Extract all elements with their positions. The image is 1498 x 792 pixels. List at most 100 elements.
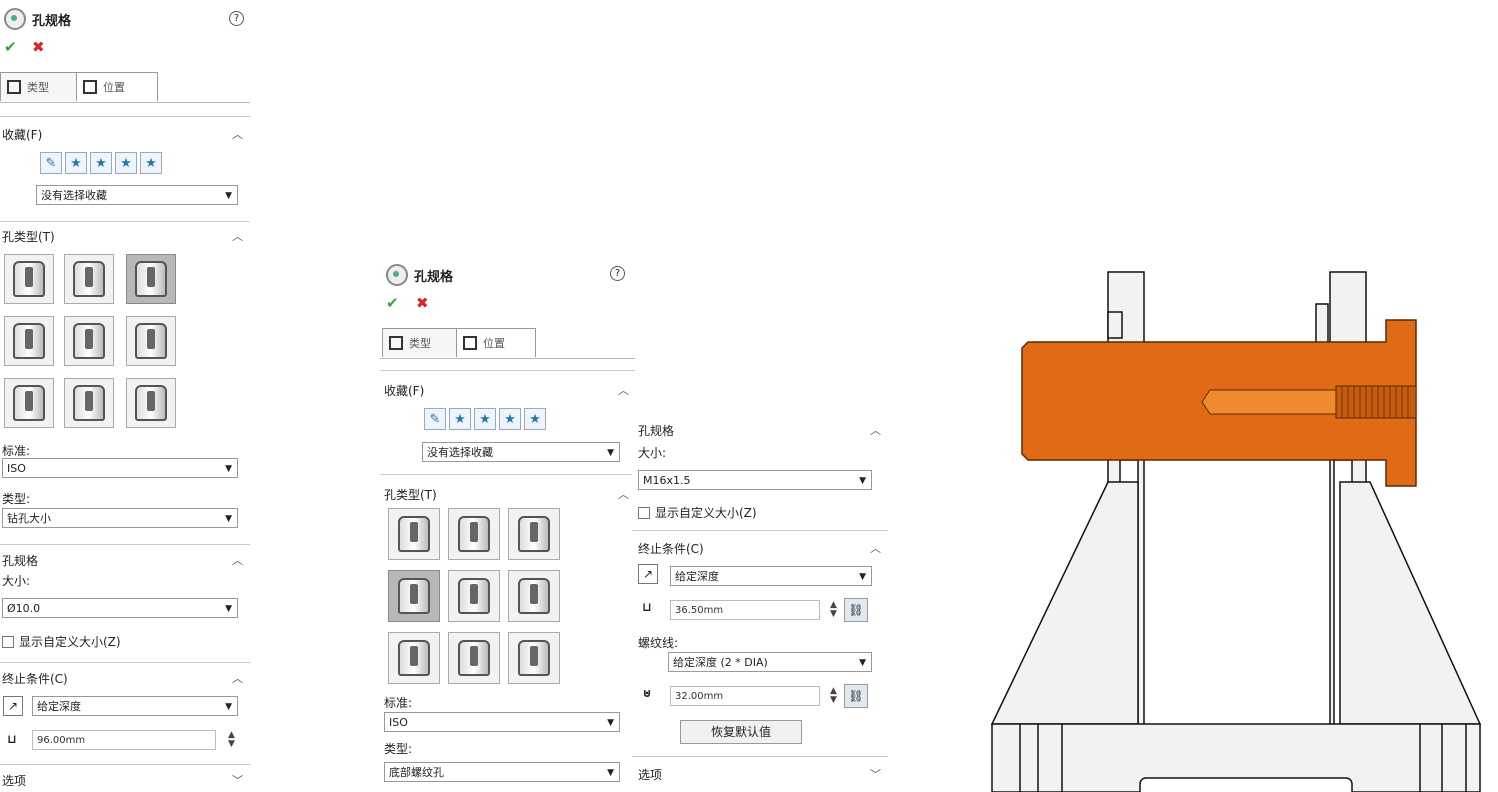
tab-position[interactable]: 位置 — [76, 72, 158, 101]
checkbox-box — [2, 635, 14, 648]
expand-chevron-icon[interactable]: ﹀ — [870, 766, 881, 782]
depth-input[interactable]: 36.50mm — [670, 600, 820, 620]
dropdown-arrow-icon: ▼ — [607, 448, 614, 458]
thread-depth-icon: ⊍ — [638, 684, 656, 702]
thread-depth-spinner-icon[interactable]: ▲ ▼ — [830, 687, 837, 705]
link-value-icon[interactable]: ⛓ — [844, 684, 868, 708]
add-favorite-icon[interactable]: ★ — [65, 152, 87, 174]
thread-depth-input[interactable]: 32.00mm — [670, 686, 820, 706]
counterbore-icon — [398, 516, 430, 552]
hole-type-legacy[interactable] — [508, 570, 560, 622]
collapse-chevron-icon[interactable]: ︿ — [870, 540, 881, 556]
link-value-icon[interactable]: ⛓ — [844, 598, 868, 622]
end-condition-header: 终止条件(C) — [638, 542, 704, 556]
help-icon[interactable]: ? — [610, 266, 625, 281]
collapse-chevron-icon[interactable]: ︿ — [232, 126, 243, 142]
depth-input[interactable]: 96.00mm — [32, 730, 216, 750]
hole-type-hole[interactable] — [126, 254, 176, 304]
hole-type-legacy[interactable] — [126, 316, 176, 366]
favorites-header: 收藏(F) — [384, 384, 425, 398]
spec-header: 孔规格 — [2, 554, 39, 568]
hole-type-slot-csk[interactable] — [64, 378, 114, 428]
delete-favorite-icon[interactable]: ★ — [90, 152, 112, 174]
divider — [0, 544, 250, 545]
pipe-tap-icon — [73, 323, 105, 359]
depth-spinner-icon[interactable]: ▲ ▼ — [228, 731, 235, 749]
hole-type-counterbore[interactable] — [388, 508, 440, 560]
hole-type-pipe-tap[interactable] — [64, 316, 114, 366]
countersink-icon — [73, 261, 105, 297]
edit-favorite-icon[interactable]: ✎ — [40, 152, 62, 174]
hole-type-countersink[interactable] — [448, 508, 500, 560]
depth-spinner-icon[interactable]: ▲ ▼ — [830, 601, 837, 619]
favorite-select[interactable]: 没有选择收藏 ▼ — [422, 442, 620, 462]
end-condition-select[interactable]: 给定深度 ▼ — [32, 696, 238, 716]
delete-favorite-icon[interactable]: ★ — [474, 408, 496, 430]
collapse-chevron-icon[interactable]: ︿ — [618, 486, 629, 502]
left-flange — [1107, 311, 1123, 339]
reverse-direction-icon[interactable]: ↗ — [3, 696, 23, 716]
hole-type-counterbore[interactable] — [4, 254, 54, 304]
collapse-chevron-icon[interactable]: ︿ — [232, 228, 243, 244]
hole-type-slot-cbore[interactable] — [388, 632, 440, 684]
hole-type-pipe-tap[interactable] — [448, 570, 500, 622]
collapse-chevron-icon[interactable]: ︿ — [618, 382, 629, 398]
dropdown-arrow-icon: ▼ — [225, 514, 232, 524]
edit-favorite-icon[interactable]: ✎ — [424, 408, 446, 430]
favorites-toolbar: ✎ ★ ★ ★ ★ — [40, 152, 162, 174]
hole-type-countersink[interactable] — [64, 254, 114, 304]
ok-check-icon[interactable]: ✔ — [386, 294, 399, 312]
divider — [0, 221, 250, 222]
type-tab-icon — [389, 336, 403, 350]
counterbore-slot-icon — [13, 385, 45, 421]
custom-size-checkbox[interactable]: 显示自定义大小(Z) — [2, 633, 121, 650]
type-label: 类型: — [384, 742, 413, 756]
divider — [0, 764, 250, 765]
pipe-tap-icon — [458, 578, 490, 614]
collapse-chevron-icon[interactable]: ︿ — [870, 422, 881, 438]
restore-defaults-button[interactable]: 恢复默认值 — [680, 720, 802, 744]
save-favorite-icon[interactable]: ★ — [499, 408, 521, 430]
divider — [632, 756, 888, 757]
standard-select[interactable]: ISO ▼ — [2, 458, 238, 478]
hole-type-tapped[interactable] — [4, 316, 54, 366]
thread-select[interactable]: 给定深度 (2 * DIA) ▼ — [668, 652, 872, 672]
options-header: 选项 — [2, 774, 27, 788]
reverse-direction-icon[interactable]: ↗ — [638, 564, 658, 584]
hole-type-slot-cbore[interactable] — [4, 378, 54, 428]
expand-chevron-icon[interactable]: ﹀ — [232, 772, 243, 788]
type-select[interactable]: 底部螺纹孔 ▼ — [384, 762, 620, 782]
help-icon[interactable]: ? — [229, 11, 244, 26]
hole-type-slot[interactable] — [508, 632, 560, 684]
favorite-select[interactable]: 没有选择收藏 ▼ — [36, 185, 238, 205]
type-tab-icon — [7, 80, 21, 94]
tab-type[interactable]: 类型 — [382, 328, 458, 357]
add-favorite-icon[interactable]: ★ — [449, 408, 471, 430]
ok-check-icon[interactable]: ✔ — [4, 38, 17, 56]
tab-position[interactable]: 位置 — [456, 328, 536, 357]
hole-type-tapped[interactable] — [388, 570, 440, 622]
tab-type[interactable]: 类型 — [0, 72, 80, 101]
cancel-x-icon[interactable]: ✖ — [32, 38, 45, 56]
save-favorite-icon[interactable]: ★ — [115, 152, 137, 174]
favorite-select-value: 没有选择收藏 — [427, 446, 493, 459]
hole-type-hole[interactable] — [508, 508, 560, 560]
standard-select[interactable]: ISO ▼ — [384, 712, 620, 732]
load-favorite-icon[interactable]: ★ — [140, 152, 162, 174]
load-favorite-icon[interactable]: ★ — [524, 408, 546, 430]
divider — [380, 370, 635, 371]
end-condition-select[interactable]: 给定深度 ▼ — [670, 566, 872, 586]
hole-type-slot-csk[interactable] — [448, 632, 500, 684]
custom-size-checkbox[interactable]: 显示自定义大小(Z) — [638, 504, 757, 521]
dropdown-arrow-icon: ▼ — [607, 718, 614, 728]
cancel-x-icon[interactable]: ✖ — [416, 294, 429, 312]
collapse-chevron-icon[interactable]: ︿ — [232, 670, 243, 686]
collapse-chevron-icon[interactable]: ︿ — [232, 552, 243, 568]
size-select[interactable]: M16x1.5 ▼ — [638, 470, 872, 490]
hole-wizard-icon — [386, 264, 408, 286]
type-select[interactable]: 钻孔大小 ▼ — [2, 508, 238, 528]
size-select[interactable]: Ø10.0 ▼ — [2, 598, 238, 618]
hole-type-slot[interactable] — [126, 378, 176, 428]
counterbore-slot-icon — [398, 640, 430, 676]
size-label: 大小: — [2, 574, 31, 588]
